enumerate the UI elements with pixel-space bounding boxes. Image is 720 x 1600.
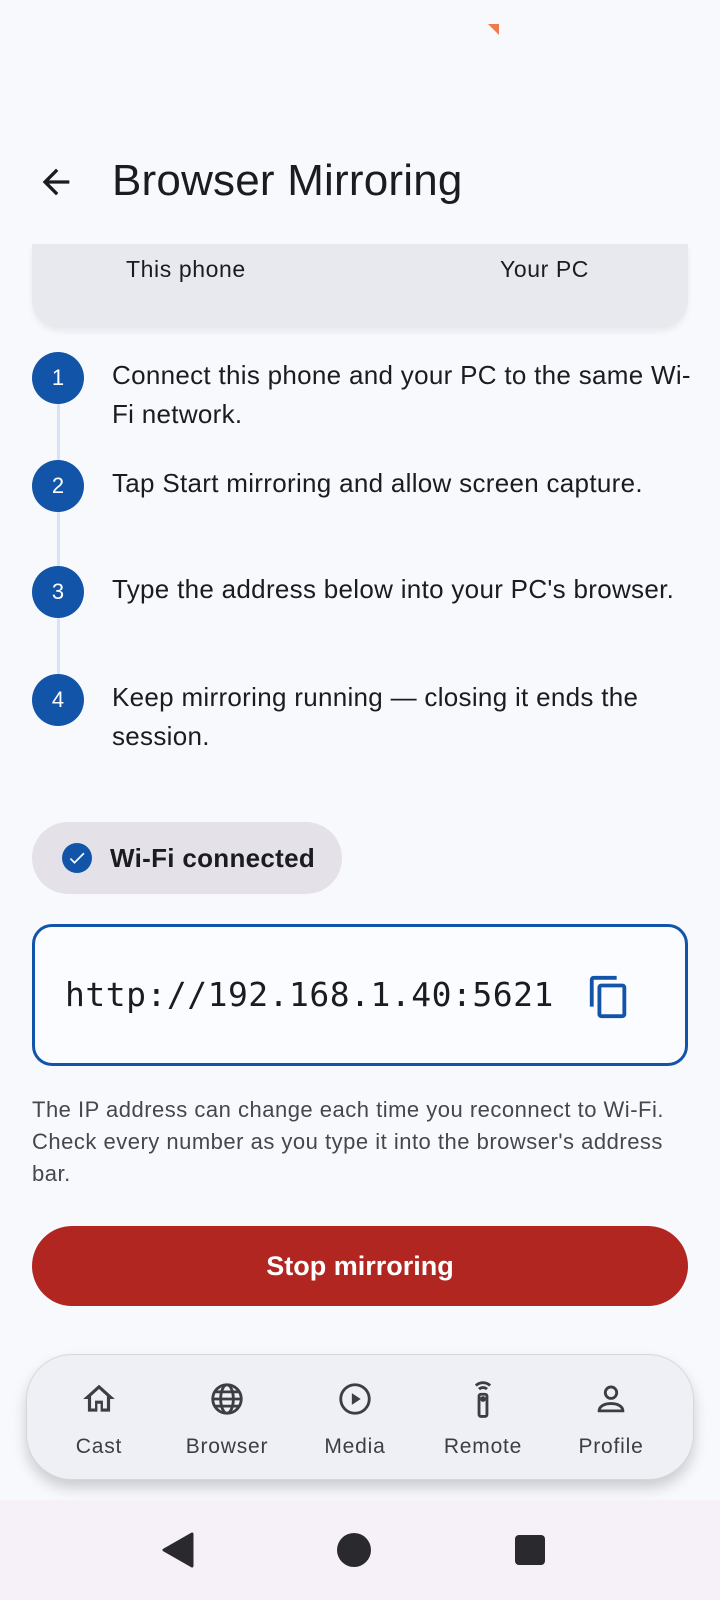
system-navigation-bar <box>0 1500 720 1600</box>
ip-hint-text: The IP address can change each time you … <box>32 1097 664 1186</box>
devices-card: This phone Your PC <box>32 244 688 328</box>
nav-item-remote[interactable]: Remote <box>423 1355 543 1481</box>
system-recents-button[interactable] <box>510 1530 550 1570</box>
play-circle-icon <box>335 1379 375 1419</box>
nav-label: Cast <box>75 1435 123 1458</box>
address-box: http://192.168.1.40:5621 <box>32 924 688 1066</box>
square-recents-icon <box>515 1535 545 1565</box>
stop-mirroring-button[interactable]: Stop mirroring <box>32 1226 688 1306</box>
top-app-bar: Browser Mirroring <box>0 140 720 224</box>
step-number: 1 <box>32 352 84 404</box>
this-phone-label: This phone <box>126 256 246 282</box>
step-number: 3 <box>32 566 84 618</box>
copy-url-button[interactable] <box>583 971 635 1023</box>
step-number: 2 <box>32 460 84 512</box>
nav-label: Browser <box>185 1435 269 1458</box>
page-title: Browser Mirroring <box>112 156 463 205</box>
mirroring-url: http://192.168.1.40:5621 <box>65 975 554 1014</box>
circle-home-icon <box>337 1533 371 1567</box>
status-bar <box>0 0 720 60</box>
step-text: Connect this phone and your PC to the sa… <box>112 360 691 429</box>
system-back-button[interactable] <box>158 1530 198 1570</box>
step-text: Keep mirroring running — closing it ends… <box>112 682 639 751</box>
arrow-back-icon <box>42 168 70 196</box>
nav-item-browser[interactable]: Browser <box>167 1355 287 1481</box>
your-pc-label: Your PC <box>500 256 590 282</box>
system-home-button[interactable] <box>334 1530 374 1570</box>
nav-item-profile[interactable]: Profile <box>551 1355 671 1481</box>
wifi-status-label: Wi-Fi connected <box>110 842 316 873</box>
remote-icon <box>463 1379 503 1419</box>
check-circle-icon <box>62 843 92 873</box>
step-text: Type the address below into your PC's br… <box>112 574 675 604</box>
globe-icon <box>207 1379 247 1419</box>
wifi-status-chip: Wi-Fi connected <box>32 822 342 894</box>
bottom-navigation: Cast Browser Media Remote Profile <box>26 1354 694 1480</box>
home-icon <box>79 1379 119 1419</box>
copy-icon <box>589 975 627 1019</box>
nav-label: Remote <box>443 1435 523 1458</box>
triangle-back-icon <box>162 1532 194 1568</box>
notification-indicator <box>488 24 499 35</box>
step-number: 4 <box>32 674 84 726</box>
back-button[interactable] <box>28 154 84 210</box>
nav-item-media[interactable]: Media <box>295 1355 415 1481</box>
step-text: Tap Start mirroring and allow screen cap… <box>112 468 643 498</box>
person-icon <box>591 1379 631 1419</box>
steps-connector-line <box>57 382 60 702</box>
nav-item-cast[interactable]: Cast <box>39 1355 159 1481</box>
nav-label: Profile <box>578 1435 644 1458</box>
nav-label: Media <box>324 1435 386 1458</box>
